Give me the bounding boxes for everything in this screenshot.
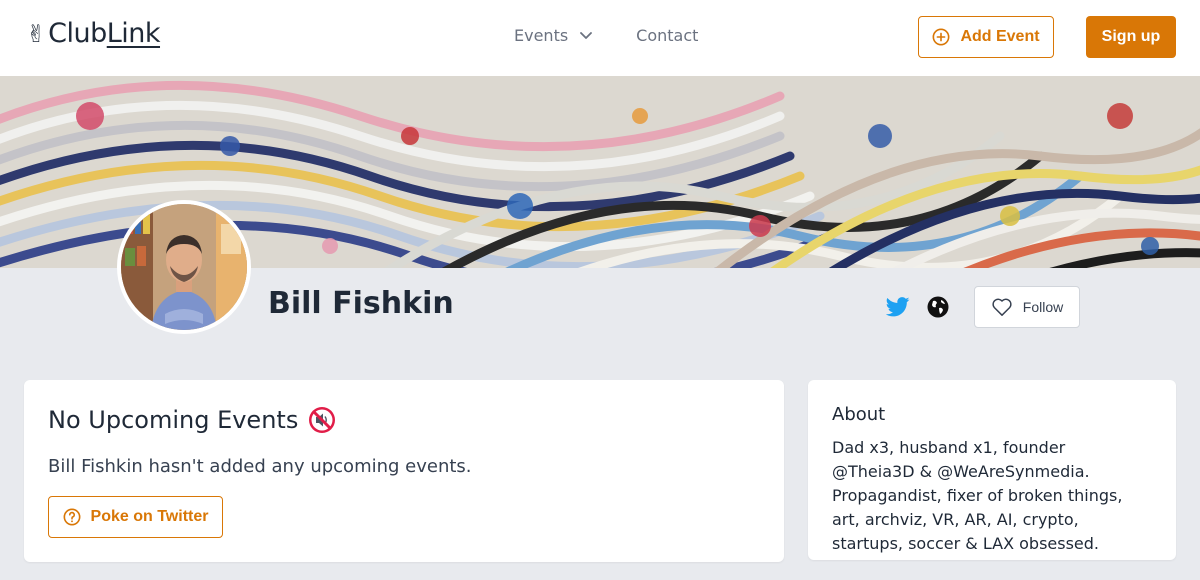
nav-contact-link[interactable]: Contact <box>636 26 698 45</box>
logo-text: ClubLink <box>48 18 160 49</box>
victory-hand-icon: ✌ <box>26 19 47 48</box>
logo-text-link: Link <box>106 18 161 49</box>
twitter-icon[interactable] <box>886 296 910 318</box>
question-circle-icon <box>63 508 80 526</box>
nav-events-label: Events <box>514 26 569 45</box>
nav-contact-label: Contact <box>636 26 699 45</box>
main-nav: Events Contact <box>514 26 698 45</box>
clublink-logo[interactable]: ✌ ClubLink <box>26 18 161 49</box>
profile-avatar <box>117 200 251 334</box>
about-title: About <box>832 404 886 425</box>
follow-label: Follow <box>1022 299 1064 315</box>
sign-up-label: Sign up <box>1101 28 1161 45</box>
muted-speaker-icon <box>309 407 336 433</box>
follow-button[interactable]: Follow <box>974 286 1080 328</box>
about-bio: Dad x3, husband x1, founder @Theia3D & @… <box>832 438 1123 553</box>
avatar-photo <box>121 204 247 330</box>
globe-icon[interactable] <box>927 296 949 318</box>
no-events-message: Bill Fishkin hasn't added any upcoming e… <box>48 456 472 477</box>
events-title: No Upcoming Events <box>48 406 299 434</box>
logo-text-club: Club <box>48 18 107 49</box>
poke-on-twitter-button[interactable]: Poke on Twitter <box>48 496 223 538</box>
events-title-row: No Upcoming Events <box>48 406 336 434</box>
plus-circle-icon <box>932 28 950 46</box>
poke-label: Poke on Twitter <box>90 508 209 525</box>
sign-up-button[interactable]: Sign up <box>1086 16 1176 58</box>
nav-events-dropdown[interactable]: Events <box>514 26 593 45</box>
top-navbar: ✌ ClubLink Events Contact Add Event Sign… <box>0 0 1200 76</box>
about-card: About Dad x3, husband x1, founder @Theia… <box>808 380 1176 560</box>
heart-icon <box>992 298 1012 316</box>
chevron-down-icon <box>580 31 593 39</box>
upcoming-events-card: No Upcoming Events Bill Fishkin hasn't a… <box>24 380 784 562</box>
profile-name: Bill Fishkin <box>268 286 454 321</box>
add-event-button[interactable]: Add Event <box>918 16 1054 58</box>
add-event-label: Add Event <box>960 28 1040 45</box>
